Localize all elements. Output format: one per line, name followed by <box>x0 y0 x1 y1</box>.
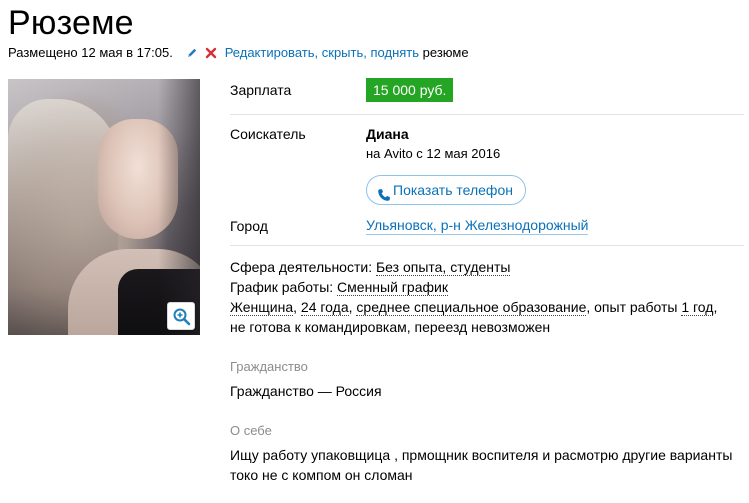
about-heading: О себе <box>230 423 272 438</box>
zoom-in-icon <box>173 308 191 326</box>
separator: , <box>348 299 353 315</box>
edit-link[interactable]: Редактировать <box>225 45 315 60</box>
schedule-line: График работы: Сменный график <box>230 277 448 297</box>
experience-prefix: , опыт работы <box>586 299 678 315</box>
experience-value[interactable]: 1 год <box>681 299 714 316</box>
seeker-name: Диана <box>366 126 409 142</box>
sphere-label: Сфера деятельности: <box>230 259 373 275</box>
profile-photo[interactable] <box>8 79 200 335</box>
seeker-since: на Avito с 12 мая 2016 <box>366 146 501 161</box>
show-phone-label: Показать телефон <box>393 182 513 198</box>
schedule-value[interactable]: Сменный график <box>337 279 448 296</box>
page-title: Рюземе <box>8 4 134 42</box>
schedule-label: График работы: <box>230 279 334 295</box>
separator: , <box>314 45 319 60</box>
action-links: Редактировать, скрыть, поднять <box>225 45 423 60</box>
travel-line: не готова к командировкам, переезд невоз… <box>230 319 551 335</box>
city-label: Город <box>230 218 268 234</box>
divider <box>230 114 744 115</box>
about-line-1: Ищу работу упаковщица , прмощник воспите… <box>230 447 733 463</box>
salary-label: Зарплата <box>230 82 292 98</box>
separator: , <box>293 299 298 315</box>
phone-icon <box>377 183 391 211</box>
citizenship-heading: Гражданство <box>230 359 308 374</box>
about-line-2: токо не с компом он сломан <box>230 467 413 483</box>
profile-line: Женщина, 24 года, среднее специальное об… <box>230 297 717 317</box>
cross-icon[interactable] <box>205 47 217 63</box>
resume-word: резюме <box>422 45 469 60</box>
separator: , <box>363 45 367 60</box>
show-phone-button[interactable]: Показать телефон <box>366 175 526 205</box>
hide-link[interactable]: скрыть <box>322 45 364 60</box>
education-value[interactable]: среднее специальное образование <box>356 299 587 316</box>
city-link[interactable]: Ульяновск, р-н Железнодорожный <box>366 216 589 235</box>
citizenship-text: Гражданство — Россия <box>230 383 382 399</box>
age-value[interactable]: 24 года <box>300 299 349 316</box>
separator: , <box>713 299 718 315</box>
zoom-in-button[interactable] <box>167 302 195 330</box>
salary-value: 15 000 руб. <box>366 78 454 102</box>
gender-value[interactable]: Женщина <box>230 299 294 316</box>
sphere-value[interactable]: Без опыта, студенты <box>375 259 511 276</box>
divider <box>230 245 744 246</box>
posting-meta: Размещено 12 мая в 17:05. Редактировать,… <box>8 45 469 63</box>
sphere-line: Сфера деятельности: Без опыта, студенты <box>230 257 511 277</box>
posted-date: Размещено 12 мая в 17:05. <box>8 45 173 60</box>
pencil-icon[interactable] <box>186 47 198 63</box>
seeker-label: Соискатель <box>230 126 306 142</box>
raise-link[interactable]: поднять <box>371 45 420 60</box>
